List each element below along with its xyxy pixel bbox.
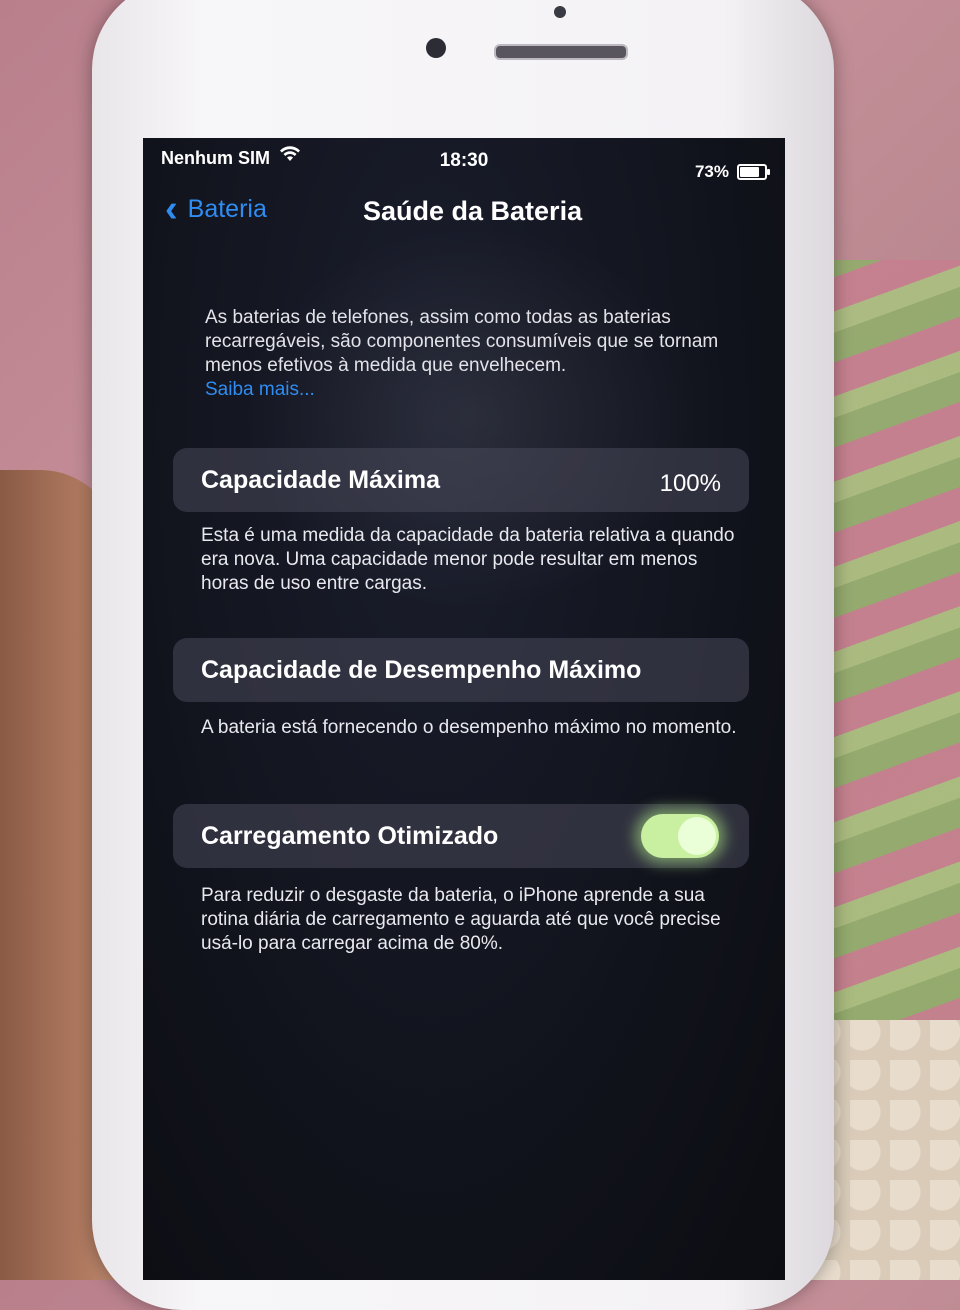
intro-section: As baterias de telefones, assim como tod… [205,306,745,402]
proximity-sensor [554,6,566,18]
status-bar: Nenhum SIM 18:30 73% [143,138,785,182]
max-capacity-label: Capacidade Máxima [201,466,440,494]
battery-tip [767,169,770,175]
optimized-charging-cell: Carregamento Otimizado [173,804,749,868]
battery-fill [740,167,759,177]
chevron-left-icon: ‹ [165,188,178,230]
toggle-knob [678,817,716,855]
battery-percentage: 73% [694,162,729,181]
battery-icon [737,164,770,180]
front-camera [426,38,446,58]
page-title: Saúde da Bateria [363,196,583,226]
max-capacity-footer: Esta é uma medida da capacidade da bater… [201,525,735,594]
back-button[interactable]: ‹ Bateria [165,190,267,228]
earpiece-speaker [494,44,628,60]
optimized-charging-footer: Para reduzir o desgaste da bateria, o iP… [201,885,721,954]
intro-text: As baterias de telefones, assim como tod… [205,307,719,376]
optimized-charging-toggle[interactable] [641,814,719,858]
status-time: 18:30 [439,150,489,171]
max-capacity-cell: Capacidade Máxima 100% [173,448,749,512]
peak-performance-cell: Capacidade de Desempenho Máximo [173,638,749,702]
back-button-label: Bateria [187,194,267,223]
peak-performance-footer: A bateria está fornecendo o desempenho m… [201,717,737,738]
navigation-bar: ‹ Bateria Saúde da Bateria [143,182,785,238]
peak-performance-label: Capacidade de Desempenho Máximo [201,656,642,684]
learn-more-link[interactable]: Saiba mais... [205,378,745,402]
phone-screen: Nenhum SIM 18:30 73% ‹ Bateria Saúde da … [143,138,785,1280]
optimized-charging-label: Carregamento Otimizado [201,822,499,850]
max-capacity-value: 100% [659,470,721,497]
